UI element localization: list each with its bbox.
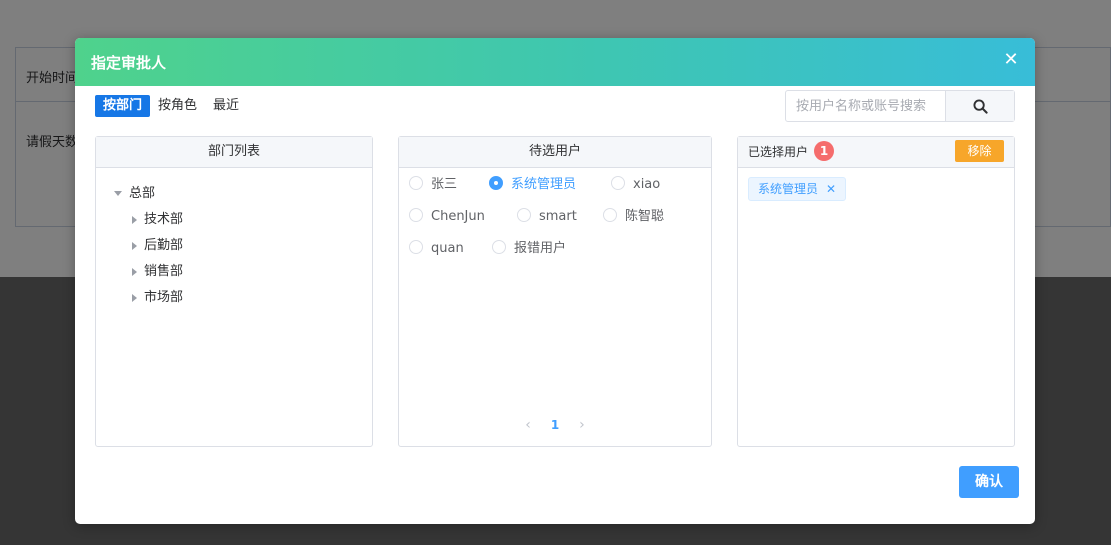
remove-button[interactable]: 移除 [955,140,1004,162]
caret-down-icon[interactable] [114,191,122,196]
tree-node-dept[interactable]: 销售部 [114,259,183,285]
user-radio-label: smart [539,209,577,224]
radio-circle[interactable] [409,208,423,222]
radio-circle[interactable] [603,208,617,222]
pagination: ‹ 1 › [399,415,711,435]
search-icon [972,98,988,114]
tree-node-dept[interactable]: 后勤部 [114,233,183,259]
tree-node-label: 市场部 [144,290,184,305]
tree-node-label: 技术部 [144,212,184,227]
radio-circle[interactable] [611,176,625,190]
tree-node-dept[interactable]: 技术部 [114,207,183,233]
department-panel-title: 部门列表 [96,137,372,168]
radio-circle[interactable] [409,176,423,190]
tab-recent[interactable]: 最近 [205,95,247,117]
chevron-right-icon[interactable]: › [579,417,585,433]
search-input[interactable] [786,91,945,121]
approver-tabs: 按部门 按角色 最近 [95,95,247,117]
department-tree: 总部 技术部 后勤部 销售部 市场部 [114,181,183,311]
user-radio-label: 陈智聪 [625,209,665,224]
candidate-panel-title: 待选用户 [399,137,711,168]
user-radio[interactable]: 陈智聪 [603,207,664,227]
radio-circle[interactable] [409,240,423,254]
tab-by-role[interactable]: 按角色 [150,95,205,117]
caret-right-icon[interactable] [132,241,137,250]
user-radio[interactable]: quan [409,239,464,259]
user-search [785,90,1015,122]
user-radio-label: 张三 [431,177,458,192]
close-icon[interactable]: ✕ [826,182,836,196]
tree-node-dept[interactable]: 市场部 [114,285,183,311]
department-panel: 部门列表 总部 技术部 后勤部 销售部 市场部 [95,136,373,447]
user-radio-label: 报错用户 [514,241,567,256]
user-radio[interactable]: smart [517,207,577,227]
user-radio-label: 系统管理员 [511,177,577,192]
user-radio-label: quan [431,241,464,256]
user-radio[interactable]: xiao [611,175,660,195]
caret-right-icon[interactable] [132,267,137,276]
page-number[interactable]: 1 [551,418,559,432]
radio-circle[interactable] [517,208,531,222]
selected-panel-header: 已选择用户 1 移除 [738,137,1014,168]
radio-circle[interactable] [489,176,503,190]
selected-user-tag: 系统管理员 ✕ [748,177,847,201]
caret-right-icon[interactable] [132,215,137,224]
radio-circle[interactable] [492,240,506,254]
assign-approver-dialog: 指定审批人 ✕ 按部门 按角色 最近 部门列表 总部 技术部 后勤部 [75,38,1035,524]
user-radio[interactable]: 系统管理员 [489,175,576,195]
tree-node-label: 后勤部 [144,238,184,253]
tree-node-root[interactable]: 总部 [114,181,183,207]
tree-node-label: 总部 [129,186,156,201]
user-radio[interactable]: 报错用户 [492,239,566,259]
selected-count-badge: 1 [814,141,835,161]
user-radio[interactable]: 张三 [409,175,457,195]
dialog-title: 指定审批人 [91,54,167,72]
dialog-header: 指定审批人 ✕ [75,38,1035,86]
user-radio-label: ChenJun [431,209,485,224]
close-icon[interactable]: ✕ [1001,50,1021,70]
candidate-users-panel: 待选用户 张三 系统管理员 xiao ChenJun smart 陈智聪 qua… [398,136,712,447]
user-radio[interactable]: ChenJun [409,207,485,227]
chevron-left-icon[interactable]: ‹ [525,417,531,433]
confirm-button[interactable]: 确认 [959,466,1019,498]
selected-user-tag-label: 系统管理员 [758,182,819,196]
selected-panel-title: 已选择用户 [748,145,809,159]
selected-users-panel: 已选择用户 1 移除 系统管理员 ✕ [737,136,1015,447]
search-button[interactable] [945,91,1014,121]
tab-by-department[interactable]: 按部门 [95,95,151,117]
tree-node-label: 销售部 [144,264,184,279]
user-radio-label: xiao [633,177,661,192]
caret-right-icon[interactable] [132,293,137,302]
